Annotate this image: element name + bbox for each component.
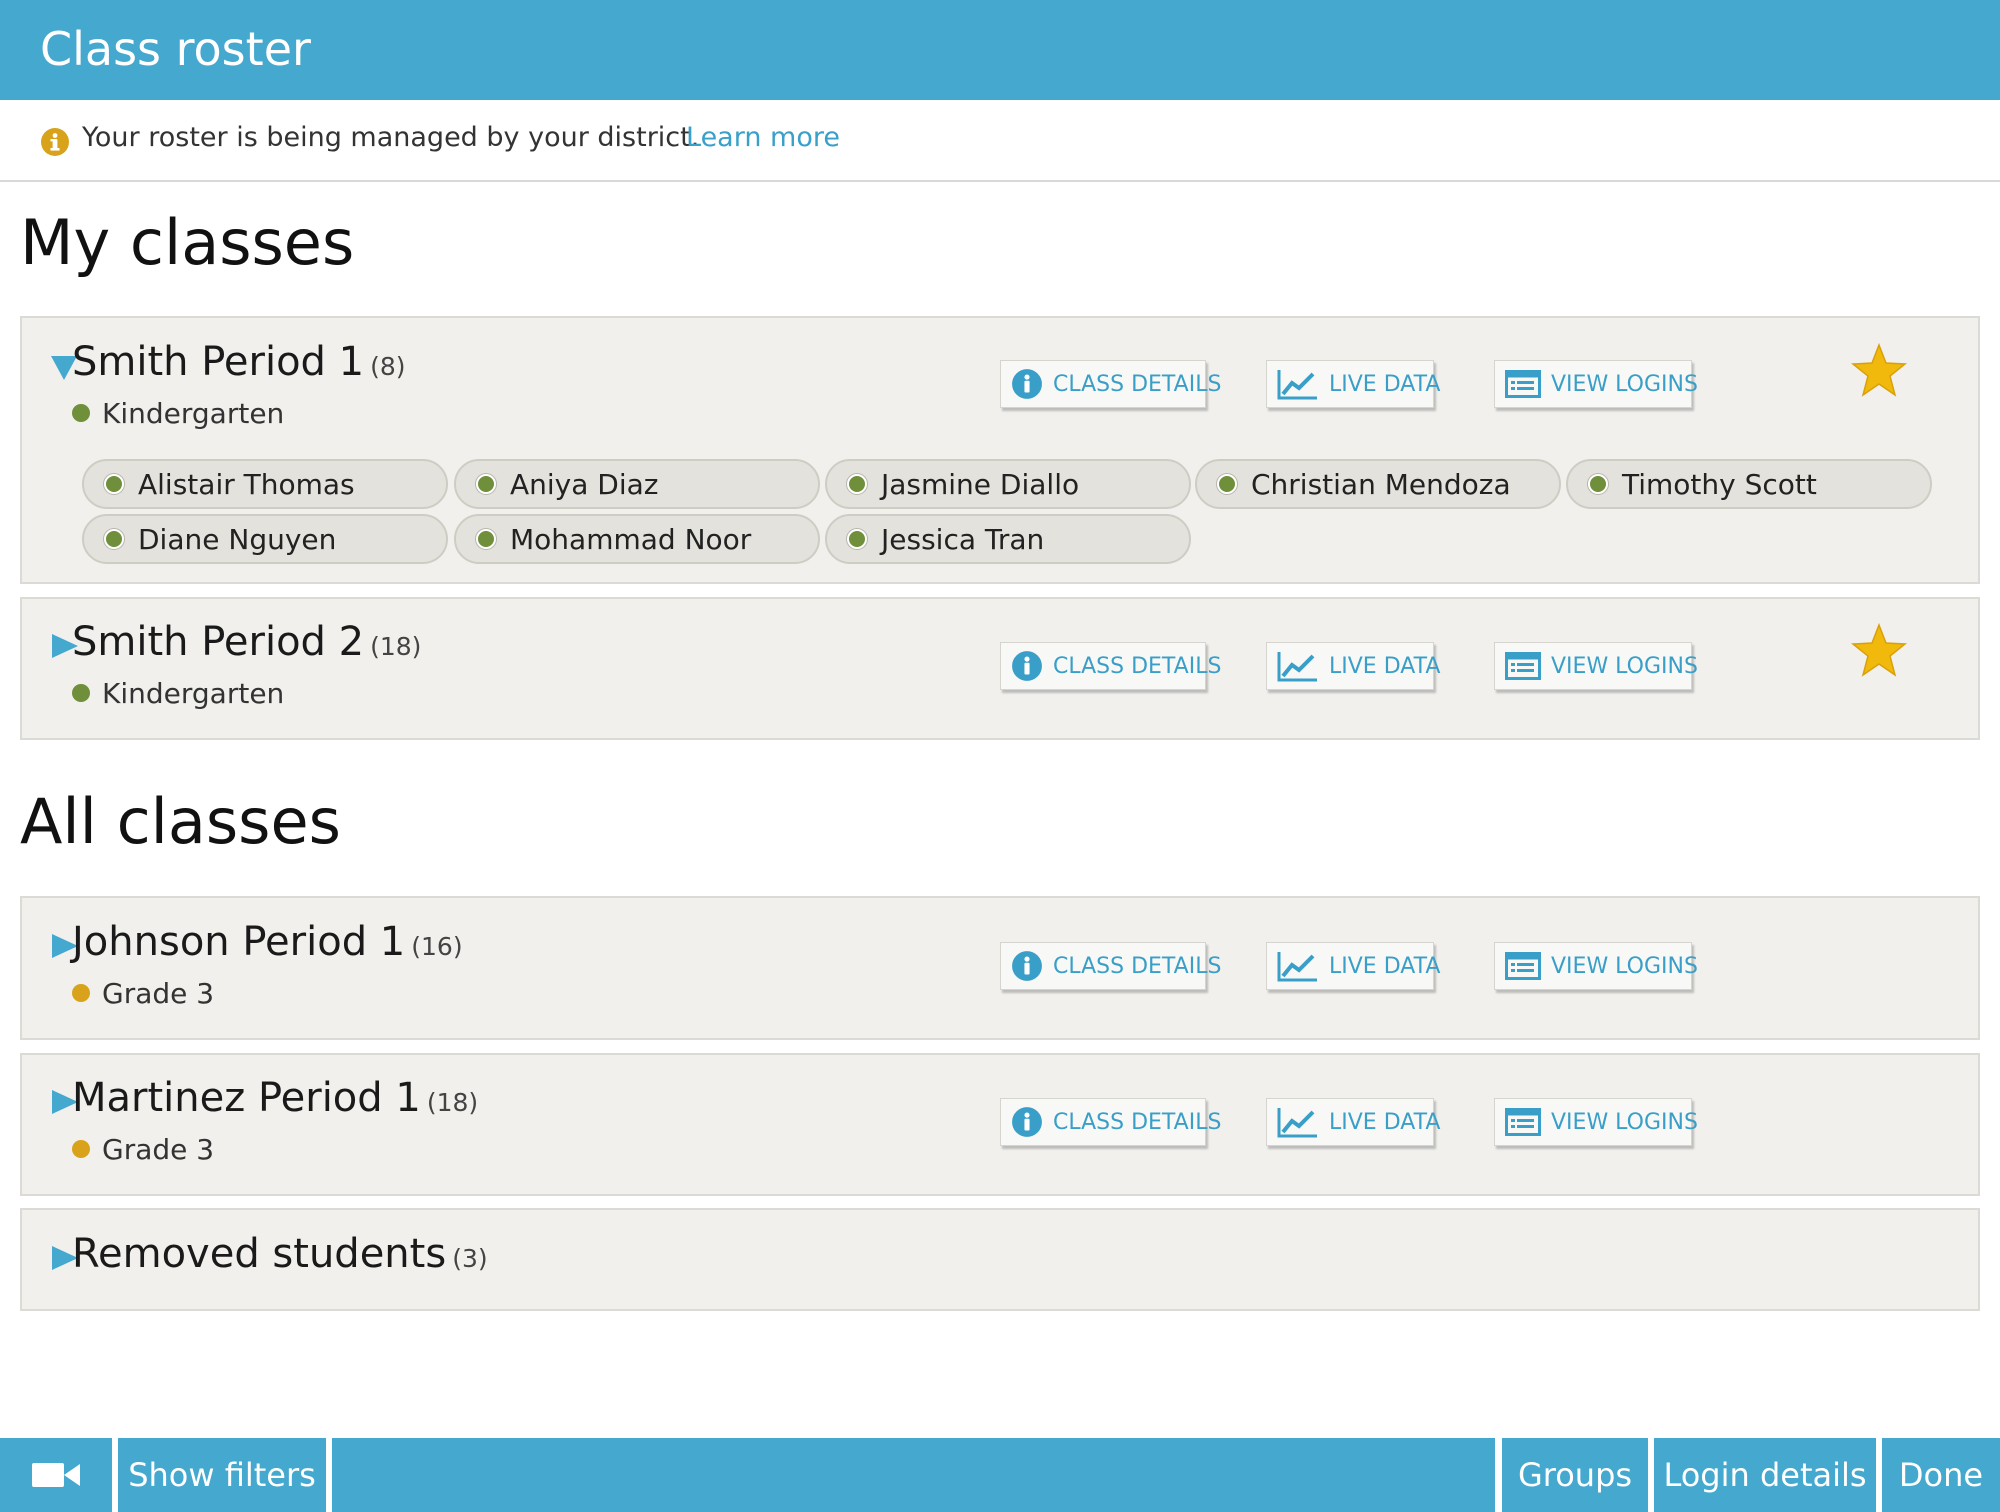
live-data-button[interactable]: LIVE DATA [1266, 642, 1440, 690]
info-circle-icon [1012, 951, 1042, 981]
video-button[interactable] [0, 1438, 112, 1512]
view-logins-button[interactable]: VIEW LOGINS [1494, 360, 1698, 408]
page-title: Class roster [40, 22, 311, 76]
info-circle-icon [1012, 1107, 1042, 1137]
live-data-button[interactable]: LIVE DATA [1266, 360, 1440, 408]
view-logins-button[interactable]: VIEW LOGINS [1494, 642, 1698, 690]
video-camera-icon [32, 1463, 80, 1487]
student-count: (3) [452, 1244, 488, 1273]
student-chip[interactable]: Alistair Thomas [82, 459, 448, 509]
removed-students-title[interactable]: Removed students (3) [72, 1231, 488, 1277]
class-title[interactable]: Johnson Period 1 (16) [72, 919, 463, 965]
grade-label: Kindergarten [72, 397, 284, 430]
grade-dot [72, 684, 90, 702]
line-chart-icon [1277, 652, 1317, 682]
grade-dot [72, 1140, 90, 1158]
line-chart-icon [1277, 1108, 1317, 1138]
student-chip[interactable]: Christian Mendoza [1195, 459, 1561, 509]
class-title[interactable]: Smith Period 1 (8) [72, 339, 406, 385]
all-classes-heading: All classes [20, 785, 341, 858]
show-filters-button[interactable]: Show filters [118, 1438, 326, 1512]
info-circle-icon [1012, 369, 1042, 399]
grade-label: Grade 3 [72, 1133, 214, 1166]
grade-dot [72, 404, 90, 422]
grade-dot [72, 984, 90, 1002]
footer-spacer [332, 1438, 1495, 1512]
student-chip[interactable]: Diane Nguyen [82, 514, 448, 564]
list-window-icon [1505, 370, 1541, 398]
view-logins-button[interactable]: VIEW LOGINS [1494, 1098, 1698, 1146]
student-count: (18) [370, 632, 422, 661]
login-details-button[interactable]: Login details [1654, 1438, 1876, 1512]
student-chip[interactable]: Mohammad Noor [454, 514, 820, 564]
line-chart-icon [1277, 952, 1317, 982]
student-count: (8) [370, 352, 406, 381]
line-chart-icon [1277, 370, 1317, 400]
list-window-icon [1505, 652, 1541, 680]
star-icon[interactable] [1850, 622, 1908, 680]
done-button[interactable]: Done [1882, 1438, 2000, 1512]
my-classes-heading: My classes [20, 206, 355, 279]
student-count: (18) [426, 1088, 479, 1117]
list-window-icon [1505, 952, 1541, 980]
class-details-button[interactable]: CLASS DETAILS [1000, 642, 1221, 690]
class-details-button[interactable]: CLASS DETAILS [1000, 942, 1221, 990]
star-icon[interactable] [1850, 342, 1908, 400]
student-chip[interactable]: Timothy Scott [1566, 459, 1932, 509]
class-title[interactable]: Smith Period 2 (18) [72, 619, 421, 665]
status-dot [104, 529, 124, 549]
student-chip[interactable]: Jasmine Diallo [825, 459, 1191, 509]
class-title[interactable]: Martinez Period 1 (18) [72, 1075, 478, 1121]
info-circle-icon [1012, 651, 1042, 681]
class-details-button[interactable]: CLASS DETAILS [1000, 1098, 1221, 1146]
student-count: (16) [411, 932, 463, 961]
status-dot [1217, 474, 1237, 494]
status-dot [847, 529, 867, 549]
view-logins-button[interactable]: VIEW LOGINS [1494, 942, 1698, 990]
class-details-button[interactable]: CLASS DETAILS [1000, 360, 1221, 408]
app-header: Class roster [0, 0, 2000, 100]
live-data-button[interactable]: LIVE DATA [1266, 942, 1440, 990]
status-dot [476, 474, 496, 494]
status-dot [104, 474, 124, 494]
status-dot [476, 529, 496, 549]
live-data-button[interactable]: LIVE DATA [1266, 1098, 1440, 1146]
grade-label: Grade 3 [72, 977, 214, 1010]
info-circle-icon [41, 128, 69, 156]
student-chip[interactable]: Jessica Tran [825, 514, 1191, 564]
roster-notice-text: Your roster is being managed by your dis… [82, 122, 700, 153]
list-window-icon [1505, 1108, 1541, 1136]
grade-label: Kindergarten [72, 677, 284, 710]
status-dot [847, 474, 867, 494]
learn-more-link[interactable]: Learn more [686, 122, 840, 153]
student-chip[interactable]: Aniya Diaz [454, 459, 820, 509]
groups-button[interactable]: Groups [1502, 1438, 1648, 1512]
status-dot [1588, 474, 1608, 494]
